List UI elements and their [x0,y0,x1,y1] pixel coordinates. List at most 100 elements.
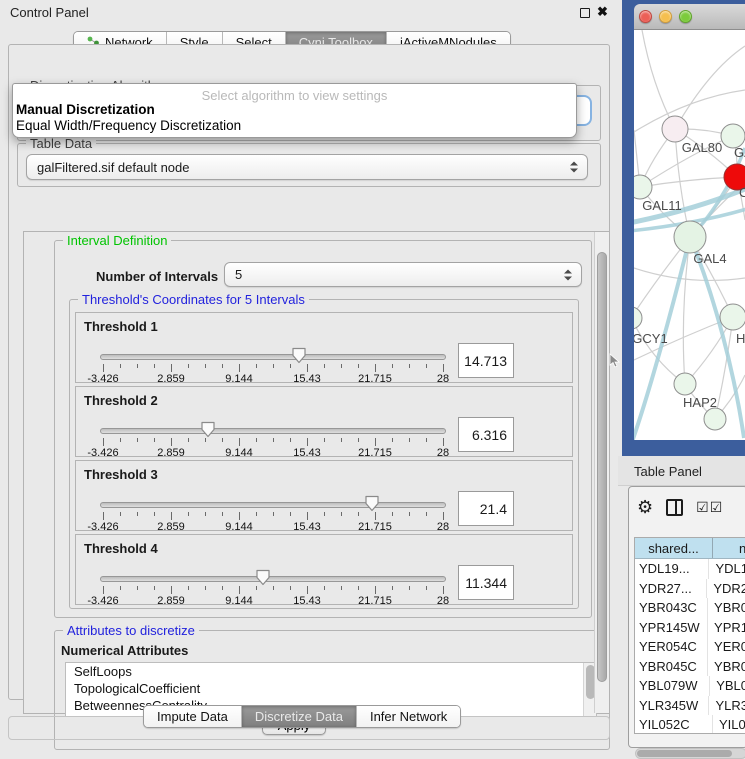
tab-impute-data[interactable]: Impute Data [144,706,242,727]
cell-name[interactable]: YIL0 [713,715,745,734]
attribute-list-item[interactable]: TopologicalCoefficient [66,680,596,697]
threshold-slider[interactable]: -3.4262.8599.14415.4321.71528 [100,341,446,383]
network-node-h[interactable] [720,304,745,330]
cell-name[interactable]: YBR0 [708,598,745,618]
slider-tick [205,364,206,368]
threshold-slider[interactable]: -3.4262.8599.14415.4321.71528 [100,563,446,605]
table-row[interactable]: YPR145WYPR1 [635,618,745,638]
threshold-value-field[interactable]: 6.316 [458,417,514,452]
slider-track[interactable] [100,428,446,434]
algorithm-option[interactable]: Equal Width/Frequency Discretization [13,118,576,134]
cell-shared-name[interactable]: YDR27... [635,579,707,599]
slider-tick [426,512,427,516]
slider-tick [443,364,444,372]
slider-tick [205,586,206,590]
cell-shared-name[interactable]: YDL19... [635,559,709,579]
table-row[interactable]: YIL052CYIL0 [635,715,745,734]
algorithm-option[interactable]: Manual Discretization [13,102,576,118]
table-row[interactable]: YBR043CYBR0 [635,598,745,618]
cell-shared-name[interactable]: YBR045C [635,657,708,677]
slider-track[interactable] [100,354,446,360]
slider-track[interactable] [100,502,446,508]
network-node-label: C [739,185,745,200]
threshold-slider[interactable]: -3.4262.8599.14415.4321.71528 [100,489,446,531]
tab-infer-network[interactable]: Infer Network [357,706,460,727]
column-header-shared[interactable]: shared... [635,538,713,558]
threshold-label: Threshold 4 [84,541,158,556]
threshold-value-field[interactable]: 11.344 [458,565,514,600]
cell-shared-name[interactable]: YPR145W [635,618,708,638]
network-edge [675,46,745,129]
network-node-gal11[interactable] [634,175,652,199]
gear-icon[interactable]: ⚙ [637,498,653,516]
table-row[interactable]: YDR27...YDR2 [635,579,745,599]
checkbox-icon[interactable]: ☑ [696,499,708,516]
vertical-scrollbar[interactable] [594,232,609,713]
cell-name[interactable]: YBR0 [708,657,745,677]
slider-tick [324,438,325,442]
slider-track[interactable] [100,576,446,582]
cell-shared-name[interactable]: YBR043C [635,598,708,618]
float-window-icon[interactable] [580,8,590,18]
network-canvas[interactable]: GAL80GACGAL11GAL4GCY1HHAP2 [634,30,745,440]
threshold-value-field[interactable]: 21.4 [458,491,514,526]
tab-discretize-data[interactable]: Discretize Data [242,706,357,727]
cell-name[interactable]: YPR1 [708,618,745,638]
slider-tick [103,586,104,594]
table-hscrollbar-thumb[interactable] [637,750,732,757]
table-horizontal-scrollbar[interactable] [635,748,745,759]
table-rows: YDL19...YDL1YDR27...YDR2YBR043CYBR0YPR14… [635,559,745,734]
slider-tick [409,586,410,590]
cell-shared-name[interactable]: YIL052C [635,715,713,734]
close-icon[interactable]: ✖ [597,4,608,20]
slider-tick [375,438,376,446]
cell-shared-name[interactable]: YLR345W [635,696,709,716]
table-row[interactable]: YDL19...YDL1 [635,559,745,579]
slider-tick [375,512,376,520]
cell-name[interactable]: YER0 [708,637,745,657]
network-node-gal80[interactable] [662,116,688,142]
slider-tick [307,364,308,372]
table-row[interactable]: YER054CYER0 [635,637,745,657]
cell-name[interactable]: YDR2 [707,579,745,599]
slider-tick [392,364,393,368]
network-node-hap2[interactable] [674,373,696,395]
minimize-traffic-light-icon[interactable] [659,10,672,23]
slider-tick [358,586,359,590]
network-node[interactable] [704,408,726,430]
slider-tick [154,512,155,516]
zoom-traffic-light-icon[interactable] [679,10,692,23]
column-header-name[interactable]: n [713,538,745,558]
attribute-list-item[interactable]: SelfLoops [66,663,596,680]
table-row[interactable]: YBL079WYBL0 [635,676,745,696]
slider-tick [307,438,308,446]
network-node-gcy1[interactable] [634,307,642,329]
slider-tick [120,512,121,516]
slider-tick-label: -3.426 [87,595,118,607]
table-row[interactable]: YBR045CYBR0 [635,657,745,677]
slider-tick [358,438,359,442]
slider-tick [256,512,257,516]
checkbox-icon[interactable]: ☑ [710,499,722,516]
cell-name[interactable]: YDL1 [709,559,745,579]
threshold-value-field[interactable]: 14.713 [458,343,514,378]
table-data-combo[interactable]: galFiltered.sif default node [26,154,588,180]
cell-shared-name[interactable]: YER054C [635,637,708,657]
cell-shared-name[interactable]: YBL079W [635,676,710,696]
close-traffic-light-icon[interactable] [639,10,652,23]
slider-tick [392,512,393,516]
number-of-intervals-combo[interactable]: 5 [224,262,582,287]
table-row[interactable]: YLR345WYLR3 [635,696,745,716]
network-node-gal4[interactable] [674,221,706,253]
node-attribute-table[interactable]: shared... n YDL19...YDL1YDR27...YDR2YBR0… [634,537,745,734]
threshold-slider[interactable]: -3.4262.8599.14415.4321.71528 [100,415,446,457]
slider-tick-label: 2.859 [157,447,185,459]
cyni-toolbox-panel: Discretization Algorithm Table Data galF… [8,44,610,700]
vertical-scrollbar-thumb[interactable] [597,252,607,682]
slider-tick [290,586,291,590]
cell-name[interactable]: YBL0 [710,676,745,696]
network-window-titlebar[interactable] [634,4,745,30]
slider-tick [188,438,189,442]
cell-name[interactable]: YLR3 [709,696,745,716]
columns-icon[interactable] [666,499,683,516]
